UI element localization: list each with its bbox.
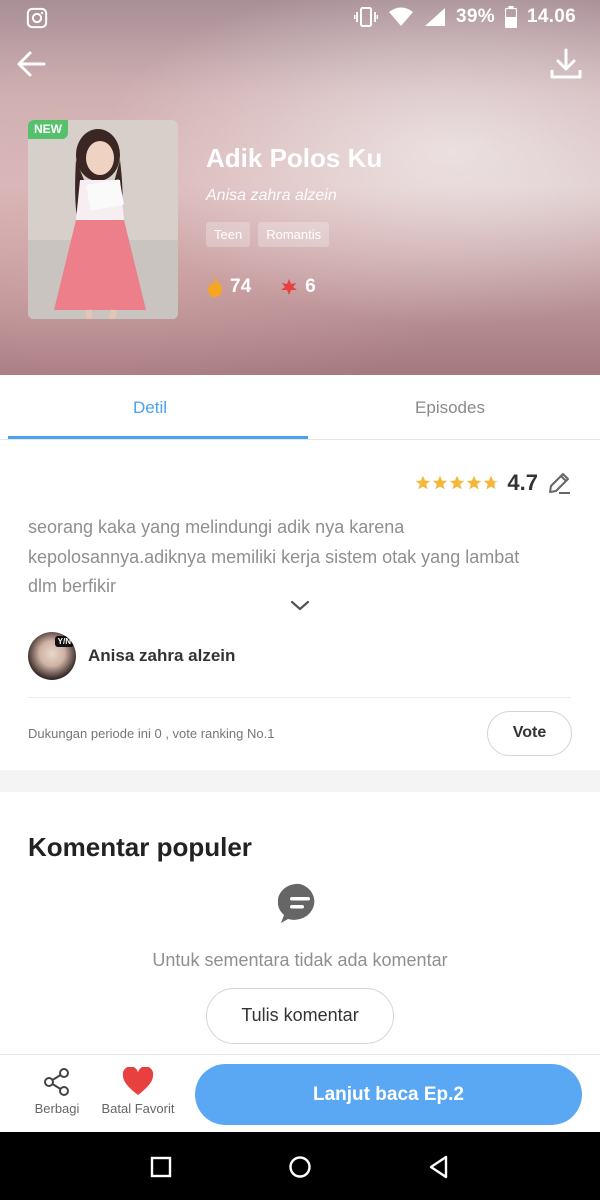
bottom-action-bar: Berbagi Batal Favorit Lanjut baca Ep.2: [0, 1054, 600, 1132]
book-author[interactable]: Anisa zahra alzein: [206, 187, 337, 205]
write-comment-button[interactable]: Tulis komentar: [206, 988, 394, 1044]
recent-apps-icon[interactable]: [148, 1154, 174, 1180]
tag-romantis[interactable]: Romantis: [258, 222, 330, 247]
tab-episodes[interactable]: Episodes: [300, 375, 600, 439]
rating-value: 4.7: [507, 470, 538, 495]
comment-bubble-icon: [278, 883, 315, 923]
home-icon[interactable]: [287, 1154, 313, 1180]
unfavorite-label: Batal Favorit: [101, 1101, 175, 1116]
genre-tags: Teen Romantis: [206, 222, 330, 247]
tag-teen[interactable]: Teen: [206, 222, 251, 247]
battery-icon: [504, 6, 517, 28]
comments-title: Komentar populer: [28, 832, 252, 862]
avatar: Y/N: [28, 632, 76, 680]
cover-illustration: [28, 120, 178, 319]
leaf-icon: [281, 279, 298, 295]
fire-icon: [208, 277, 222, 297]
author-row[interactable]: Y/N Anisa zahra alzein: [28, 632, 235, 680]
heart-icon: [122, 1067, 154, 1095]
vote-button[interactable]: Vote: [487, 711, 572, 756]
new-badge: NEW: [28, 120, 68, 139]
support-info: Dukungan periode ini 0 , vote ranking No…: [28, 726, 275, 741]
star-half-icon: [484, 475, 499, 490]
vibrate-icon: [354, 7, 379, 27]
share-button[interactable]: Berbagi: [28, 1067, 86, 1116]
tab-bar: Detil Episodes: [0, 375, 600, 440]
book-cover[interactable]: NEW: [28, 120, 178, 319]
star-icon: [450, 475, 465, 490]
book-hero-header: 39% 14.06 NEW Adik Polos Ku Anisa zahra …: [0, 0, 600, 375]
avatar-badge: Y/N: [54, 636, 74, 647]
wifi-icon: [389, 7, 414, 26]
fire-count: 74: [230, 276, 252, 297]
continue-reading-button[interactable]: Lanjut baca Ep.2: [195, 1064, 582, 1125]
tab-detil[interactable]: Detil: [0, 375, 300, 439]
signal-icon: [425, 8, 446, 26]
section-separator: [0, 770, 600, 792]
divider: [28, 697, 571, 698]
download-icon[interactable]: [548, 46, 584, 82]
battery-percent: 39%: [456, 6, 495, 27]
instagram-icon: [26, 7, 48, 29]
favorite-stat: 6: [279, 276, 316, 298]
book-title: Adik Polos Ku: [206, 143, 383, 173]
share-icon: [44, 1068, 69, 1096]
favorite-count: 6: [305, 276, 316, 297]
fire-stat: 74: [206, 276, 251, 298]
share-label: Berbagi: [34, 1101, 80, 1116]
star-icon: [467, 475, 482, 490]
edit-pencil-icon[interactable]: [546, 470, 572, 496]
book-description: seorang kaka yang melindungi adik nya ka…: [28, 517, 520, 596]
system-navigation-bar: [0, 1132, 600, 1200]
active-tab-indicator: [8, 436, 308, 439]
book-stats: 74 6: [206, 276, 316, 298]
author-name: Anisa zahra alzein: [88, 646, 236, 665]
star-icon: [433, 475, 448, 490]
system-back-icon[interactable]: [426, 1154, 452, 1180]
unfavorite-button[interactable]: Batal Favorit: [96, 1067, 180, 1116]
rating-summary: 4.7: [415, 470, 572, 496]
no-comments-text: Untuk sementara tidak ada komentar: [152, 950, 448, 970]
back-arrow-icon[interactable]: [14, 46, 50, 82]
rating-stars: [415, 475, 499, 491]
star-icon: [416, 475, 431, 490]
status-bar: 39% 14.06: [0, 0, 600, 36]
clock: 14.06: [526, 6, 576, 27]
chevron-down-icon[interactable]: [288, 596, 312, 616]
